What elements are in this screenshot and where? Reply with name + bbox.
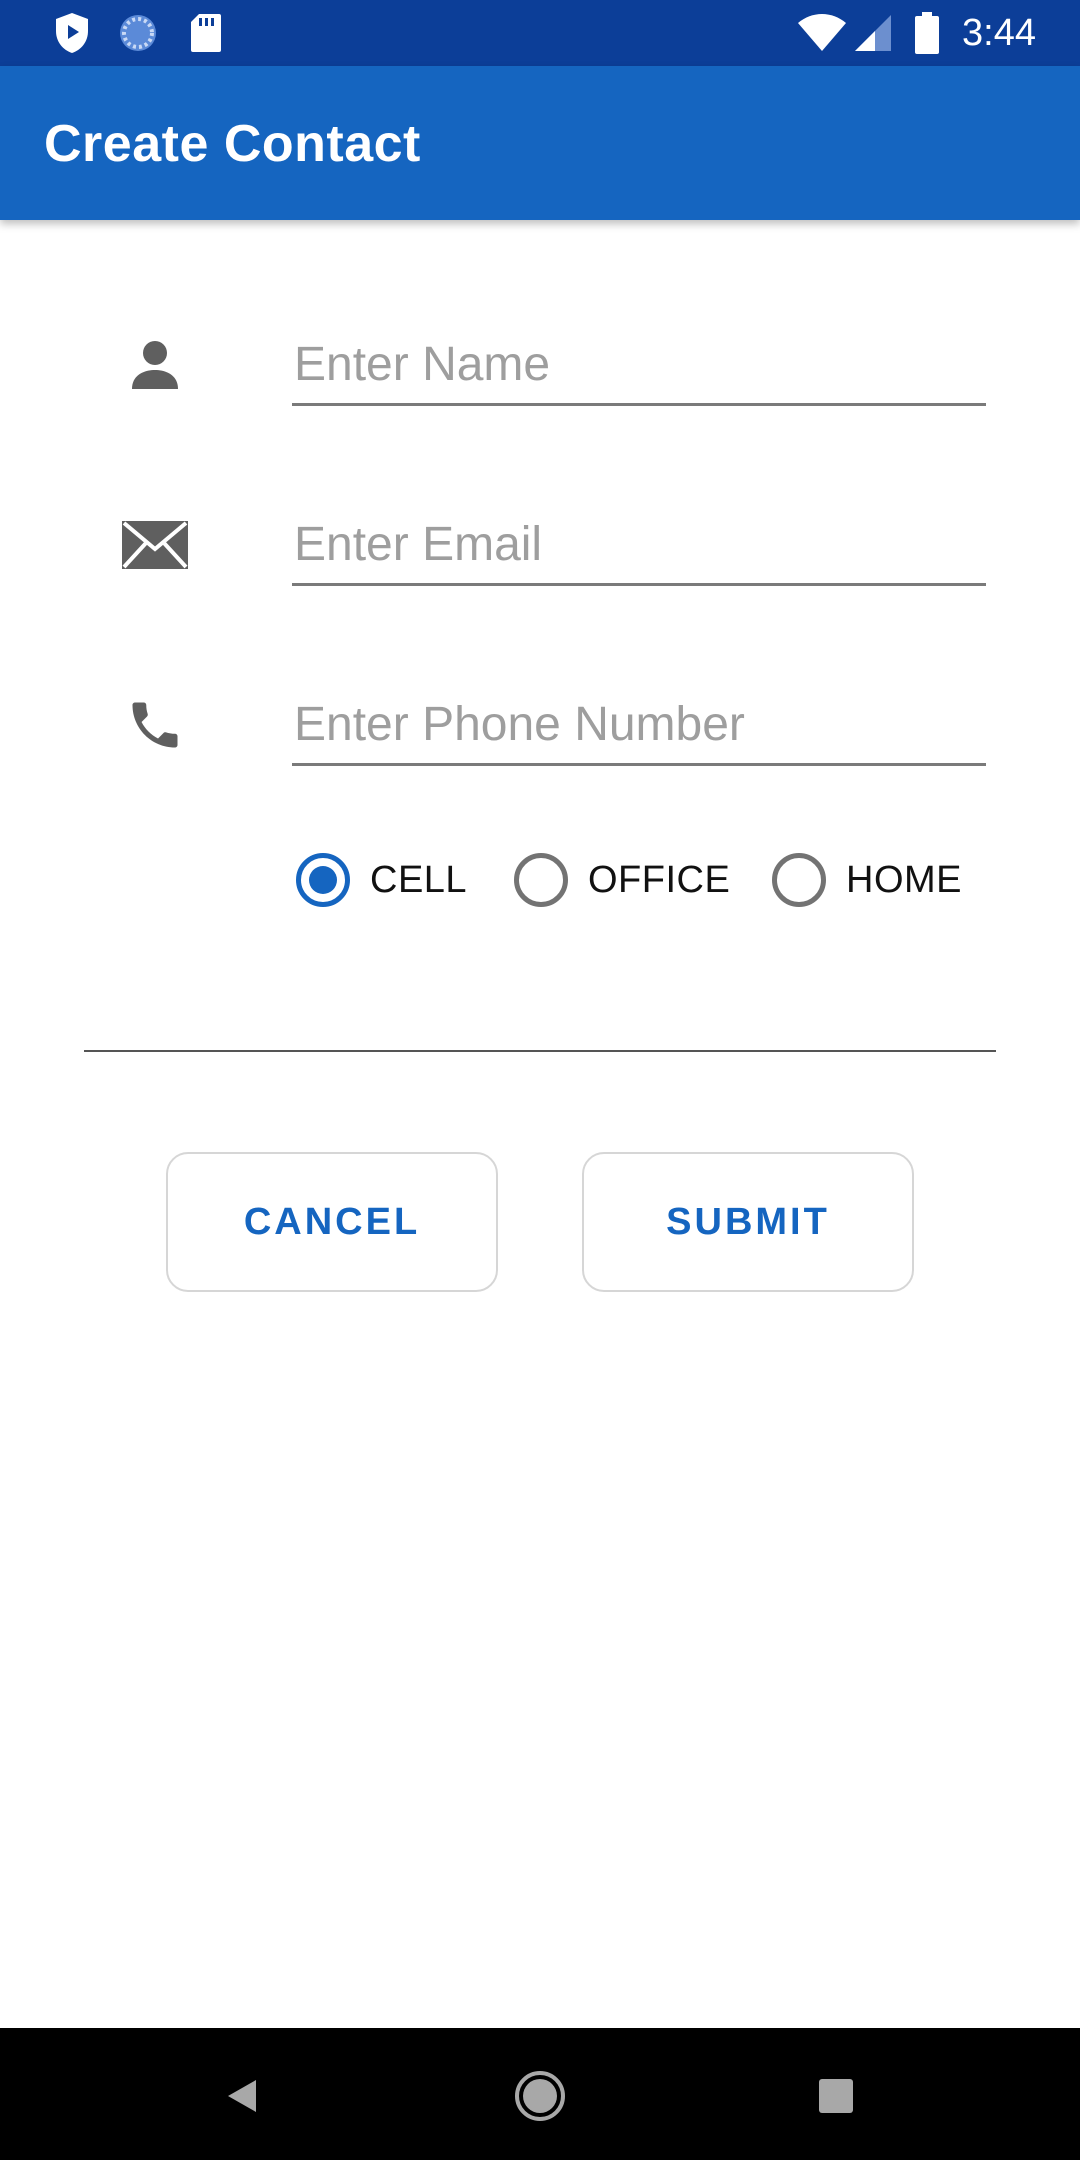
shield-play-icon: [50, 11, 94, 55]
radio-home-indicator[interactable]: [772, 853, 826, 907]
email-icon: [110, 500, 200, 590]
email-input[interactable]: [292, 506, 986, 583]
radio-office-label: OFFICE: [588, 858, 731, 901]
radio-cell-label: CELL: [370, 858, 468, 901]
cancel-button[interactable]: CANCEL: [166, 1152, 498, 1292]
wifi-icon: [796, 11, 848, 55]
signal-icon: [852, 11, 894, 55]
radio-cell[interactable]: CELL: [296, 846, 467, 914]
sd-card-icon: [184, 11, 228, 55]
radio-office[interactable]: OFFICE: [514, 846, 730, 914]
battery-icon: [912, 11, 942, 55]
cancel-button-label: CANCEL: [243, 1200, 421, 1243]
recents-icon[interactable]: [796, 2056, 876, 2136]
submit-button-label: SUBMIT: [666, 1200, 830, 1243]
page-title: Create Contact: [44, 115, 421, 173]
radio-office-indicator[interactable]: [514, 853, 568, 907]
radio-home-label: HOME: [846, 858, 962, 901]
status-time: 3:44: [962, 12, 1036, 54]
navigation-bar: [0, 2028, 1080, 2160]
phone-field[interactable]: [292, 686, 986, 766]
app-bar: Create Contact: [0, 66, 1080, 220]
divider: [84, 1050, 996, 1052]
name-input[interactable]: [292, 326, 986, 403]
phone-input[interactable]: [292, 686, 986, 763]
person-icon: [110, 320, 200, 410]
name-field[interactable]: [292, 326, 986, 406]
phone-icon: [110, 680, 200, 770]
back-icon[interactable]: [202, 2056, 282, 2136]
email-field[interactable]: [292, 506, 986, 586]
radio-home[interactable]: HOME: [772, 846, 962, 914]
home-icon[interactable]: [500, 2056, 580, 2136]
loading-icon: [116, 11, 160, 55]
submit-button[interactable]: SUBMIT: [582, 1152, 914, 1292]
status-bar: 3:44: [0, 0, 1080, 66]
radio-cell-indicator[interactable]: [296, 853, 350, 907]
